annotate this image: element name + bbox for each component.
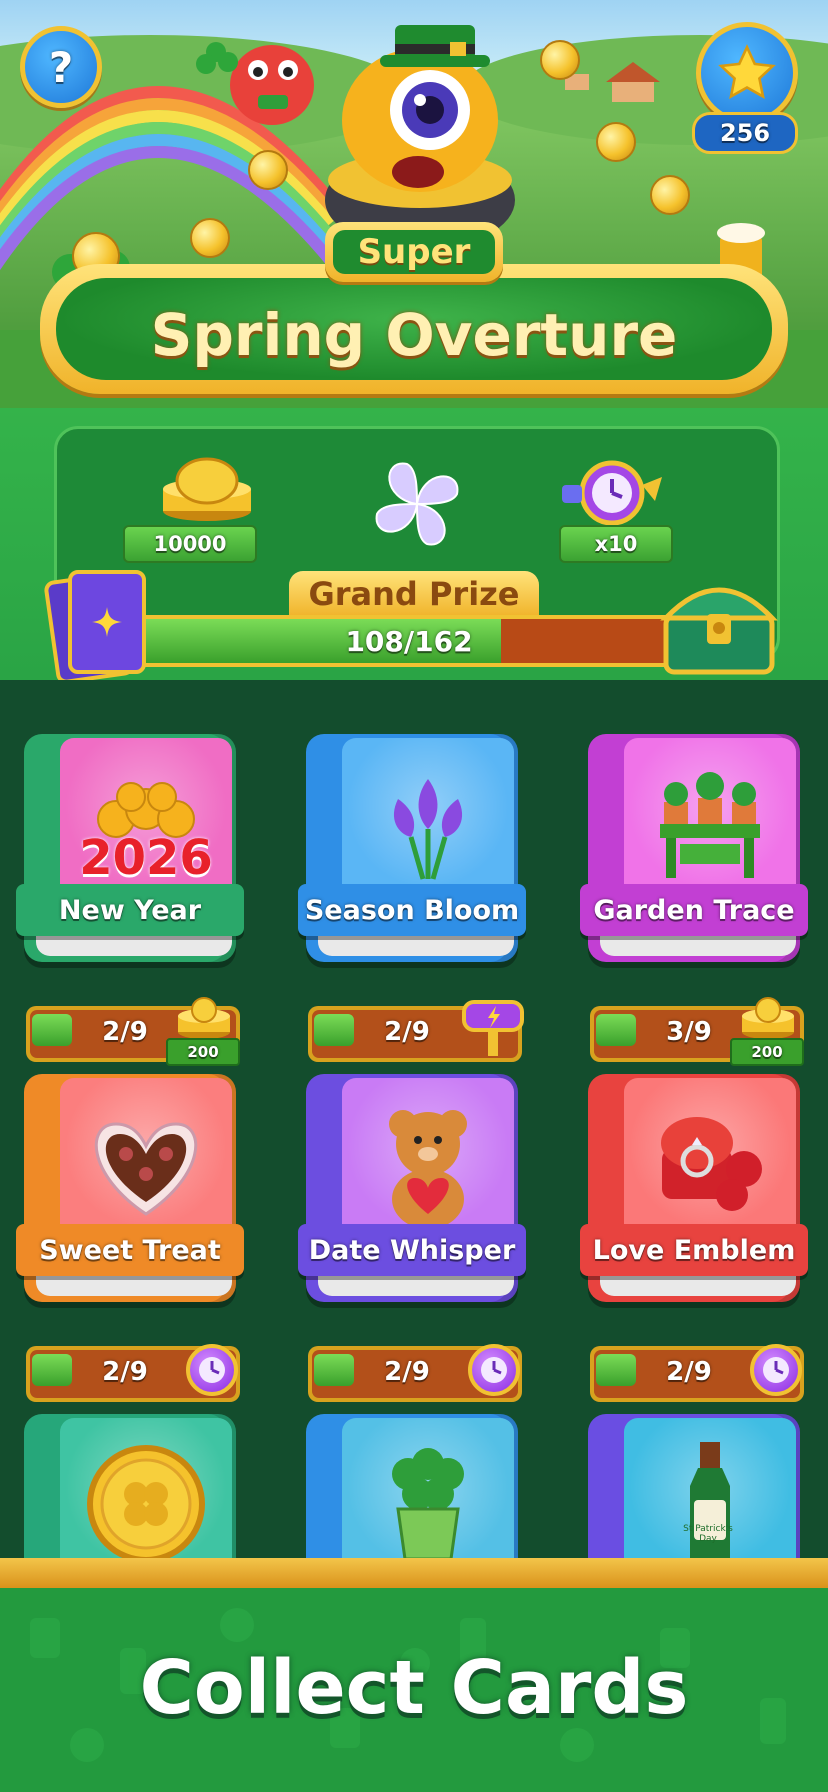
album-card[interactable]: Garden Trace: [580, 734, 808, 974]
event-title-banner: Super Spring Overture: [40, 222, 788, 406]
album-card[interactable]: [24, 1414, 236, 1560]
album-progress-text: 2/9: [384, 1017, 430, 1047]
album-progress-text: 3/9: [666, 1017, 712, 1047]
flying-coin-icon: [540, 40, 580, 80]
star-counter[interactable]: 256: [688, 22, 810, 154]
grand-prize-progress-bar: 108/162: [129, 615, 689, 667]
coin-stack-icon: [736, 996, 800, 1040]
star-icon: [718, 44, 776, 100]
album-card[interactable]: Sweet Treat: [16, 1074, 244, 1314]
album-name-ribbon: Date Whisper: [298, 1224, 526, 1276]
treasure-chest-icon[interactable]: [660, 568, 778, 678]
flying-coin-icon: [190, 218, 230, 258]
star-badge: [696, 22, 798, 124]
album-card[interactable]: Date Whisper: [298, 1074, 526, 1314]
album-card[interactable]: Season Bloom: [298, 734, 526, 974]
potted-clover-icon: [342, 1418, 514, 1560]
album-card[interactable]: [306, 1414, 518, 1560]
reward-coins-label: 10000: [123, 525, 257, 563]
grand-prize-progress-text: 108/162: [345, 624, 473, 658]
album-reward-label: 200: [730, 1038, 804, 1066]
album-name-ribbon: Garden Trace: [580, 884, 808, 936]
album-book-pages: [318, 934, 514, 956]
gold-clover-coin-icon: [60, 1418, 232, 1560]
coin-stack-icon: [147, 453, 267, 523]
album-progress-fill: [596, 1354, 636, 1386]
album-name-ribbon: New Year: [16, 884, 244, 936]
flying-coin-icon: [650, 175, 690, 215]
album-progress-fill: [314, 1354, 354, 1386]
album-card[interactable]: 2026 New Year: [16, 734, 244, 974]
album-progress-fill: [32, 1354, 72, 1386]
album-book-pages: [36, 934, 232, 956]
album-progress-fill: [596, 1014, 636, 1046]
alarm-clock-icon: [468, 1344, 520, 1396]
footer-divider: [0, 1558, 828, 1588]
reward-clock-label: x10: [559, 525, 673, 563]
alarm-clock-icon: [557, 455, 667, 526]
album-book-pages: [36, 1274, 232, 1296]
album-name-ribbon: Love Emblem: [580, 1224, 808, 1276]
album-art: [60, 1418, 232, 1560]
album-name-ribbon: Season Bloom: [298, 884, 526, 936]
album-progress-fill: [314, 1014, 354, 1046]
album-art: [342, 1418, 514, 1560]
footer-caption-panel: Collect Cards: [0, 1588, 828, 1792]
year-2026-label: 2026: [79, 830, 213, 886]
alarm-clock-icon: [750, 1344, 802, 1396]
album-progress-text: 2/9: [384, 1357, 430, 1387]
album-name-ribbon: Sweet Treat: [16, 1224, 244, 1276]
flying-coin-icon: [596, 122, 636, 162]
crystal-clover-icon: [362, 449, 472, 559]
album-progress-text: 2/9: [666, 1357, 712, 1387]
prize-panel: 10000 x10 Grand Prize 108/162: [0, 408, 828, 685]
event-title: Spring Overture: [150, 301, 678, 369]
album-progress-text: 2/9: [102, 1017, 148, 1047]
album-grid: 2026 New Year 2/9 200 Season Bloom 2/9 Garden …: [0, 680, 828, 1560]
flying-coin-icon: [248, 150, 288, 190]
album-book-pages: [318, 1274, 514, 1296]
card-pack-icon[interactable]: [43, 568, 148, 685]
album-progress-fill: [32, 1014, 72, 1046]
coin-stack-icon: [172, 996, 236, 1040]
star-count: 256: [692, 112, 798, 154]
grand-prize-label: Grand Prize: [289, 571, 539, 617]
album-reward-label: 200: [166, 1038, 240, 1066]
album-card[interactable]: Love Emblem: [580, 1074, 808, 1314]
album-book-pages: [600, 934, 796, 956]
bottle-label-text: St Patrick's Day: [683, 1524, 733, 1544]
question-mark-icon: ?: [48, 42, 74, 92]
album-progress-text: 2/9: [102, 1357, 148, 1387]
event-subtitle: Super: [357, 232, 471, 272]
collect-cards-caption: Collect Cards: [139, 1645, 689, 1731]
help-button[interactable]: ?: [20, 26, 102, 108]
album-book-pages: [600, 1274, 796, 1296]
alarm-clock-icon: [186, 1344, 238, 1396]
album-art: St Patrick's Day: [624, 1418, 796, 1560]
album-card[interactable]: St Patrick's Day: [588, 1414, 800, 1560]
super-tag: Super: [325, 222, 503, 282]
card-front: [68, 570, 146, 674]
sparkle-icon: [92, 607, 122, 637]
super-tag-inner: Super: [333, 230, 495, 274]
hammer-icon: [456, 996, 530, 1060]
